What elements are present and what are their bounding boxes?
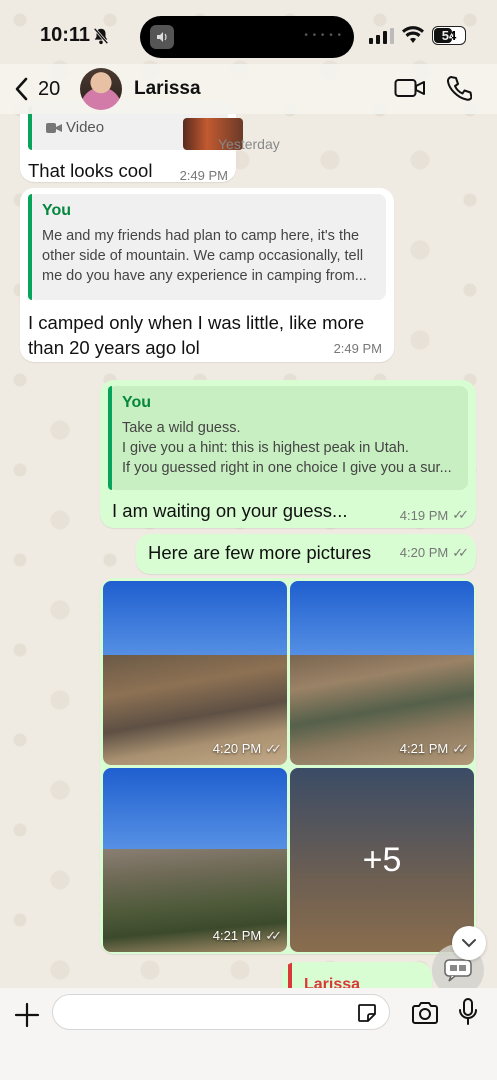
message-time: 4:19 PM [399,507,449,523]
plus-icon[interactable] [14,1002,40,1028]
quoted-message[interactable]: You Take a wild guess. I give you a hint… [108,386,468,490]
quote-type-label: Video [66,119,105,136]
back-chevron-icon[interactable] [12,76,32,102]
quote-line: Me and my friends had plan to camp here,… [42,228,360,244]
message-time: 2:49 PM [333,341,382,356]
message-text: I am waiting on your guess... [112,500,348,521]
read-ticks-icon: ✓✓ [265,928,282,943]
video-call-icon[interactable] [394,77,426,99]
chat-header: 20 Larissa [0,64,497,114]
quote-line: other side of mountain. We camp occasion… [42,248,364,264]
more-photos-count: +5 [362,840,402,879]
chevron-down-icon [462,939,476,948]
message-text: I camped only when I was little, like mo… [28,312,365,358]
contact-name[interactable]: Larissa [134,78,201,100]
more-photos-tile[interactable]: +5 [290,768,474,952]
message-time: 2:49 PM [179,168,228,183]
read-ticks-icon: ✓✓ [452,507,469,522]
wifi-icon [402,26,424,43]
battery-level: 54 [441,28,457,43]
photo-time: 4:21 PM [212,928,262,943]
message-outgoing-reply[interactable]: You Take a wild guess. I give you a hint… [100,380,476,528]
message-outgoing[interactable]: Here are few more pictures 4:20 PM ✓✓ [136,534,476,574]
status-bar: 10:11 • • • • • 54 [0,0,497,70]
message-text: That looks cool [28,160,153,181]
read-ticks-icon: ✓✓ [452,741,469,756]
photo-thumbnail[interactable]: 4:21 PM ✓✓ [103,768,287,952]
battery-indicator: 54 [432,26,466,45]
read-ticks-icon: ✓✓ [452,544,469,560]
message-time: 4:20 PM [399,545,449,560]
message-composer [0,988,497,1080]
photo-meta: 4:21 PM ✓✓ [399,741,469,757]
message-meta: 4:19 PM ✓✓ [399,507,469,523]
island-dots: • • • • • [304,30,342,41]
unread-count[interactable]: 20 [38,78,60,101]
photo-thumbnail[interactable]: 4:20 PM ✓✓ [103,581,287,765]
phone-icon[interactable] [446,74,472,102]
dynamic-island: • • • • • [140,16,354,58]
contact-avatar[interactable] [80,68,122,110]
photo-meta: 4:20 PM ✓✓ [212,741,282,757]
message-incoming-reply[interactable]: You Me and my friends had plan to camp h… [20,188,394,362]
signal-icon [369,28,394,44]
quote-line: me do you have any experience in camping… [42,268,367,284]
bell-muted-icon [93,27,109,45]
microphone-icon[interactable] [458,998,478,1026]
quote-line: I give you a hint: this is highest peak … [122,440,409,456]
photo-album-message[interactable]: 4:20 PM ✓✓ 4:21 PM ✓✓ 4:21 PM ✓✓ +5 [100,578,476,954]
photo-time: 4:21 PM [399,741,449,756]
chat-bubbles-icon [444,959,472,982]
read-ticks-icon: ✓✓ [265,741,282,756]
quote-author: You [42,202,72,219]
quoted-message[interactable]: You Me and my friends had plan to camp h… [28,194,386,300]
quote-author: You [122,394,152,411]
speaker-icon [150,25,174,49]
photo-meta: 4:21 PM ✓✓ [212,928,282,944]
quote-line: If you guessed right in one choice I giv… [122,460,452,476]
message-input[interactable] [52,994,390,1030]
message-meta: 4:20 PM ✓✓ [399,544,469,561]
camera-icon[interactable] [411,1001,439,1025]
quote-line: Take a wild guess. [122,420,241,436]
message-text: Here are few more pictures [148,542,372,563]
photo-thumbnail[interactable]: 4:21 PM ✓✓ [290,581,474,765]
status-time: 10:11 [40,24,91,46]
photo-time: 4:20 PM [212,741,262,756]
sticker-icon[interactable] [356,1002,378,1024]
date-separator: Yesterday [218,136,280,152]
video-icon [46,123,62,133]
scroll-down-button[interactable] [452,926,486,960]
